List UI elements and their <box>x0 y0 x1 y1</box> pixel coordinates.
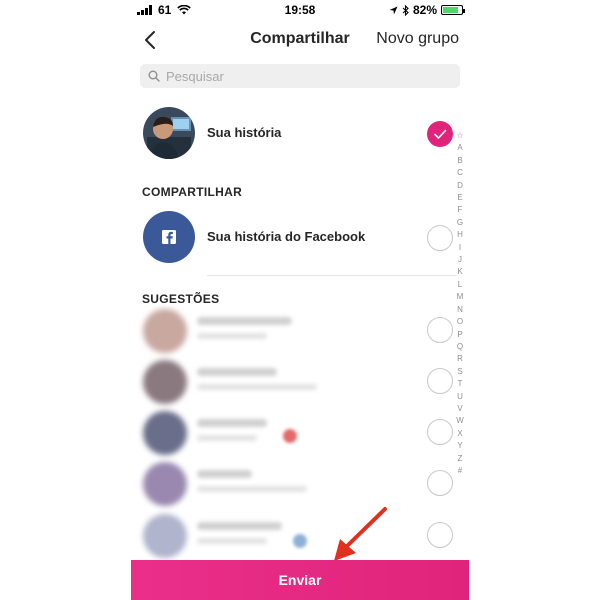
avatar <box>143 514 187 558</box>
suggestion-checkbox[interactable] <box>427 317 453 343</box>
status-bar: 61 19:58 82% <box>131 0 469 20</box>
avatar <box>143 309 187 353</box>
avatar <box>143 411 187 455</box>
avatar <box>143 462 187 506</box>
blurred-subtitle <box>197 333 267 339</box>
alphabet-index-letter[interactable]: S <box>457 366 462 378</box>
alphabet-index-letter[interactable]: F <box>458 204 463 216</box>
alphabet-index-letter[interactable]: ☆ <box>456 130 463 142</box>
share-screen: 61 19:58 82% Compartilhar Novo grupo Pes… <box>131 0 469 600</box>
alphabet-index-letter[interactable]: N <box>457 304 463 316</box>
suggestion-checkbox[interactable] <box>427 470 453 496</box>
facebook-story-label: Sua história do Facebook <box>207 229 366 244</box>
send-button[interactable]: Enviar <box>131 560 469 600</box>
alphabet-index-letter[interactable]: M <box>457 291 464 303</box>
bluetooth-icon <box>402 4 409 16</box>
alphabet-index-letter[interactable]: G <box>457 217 463 229</box>
alphabet-index-letter[interactable]: J <box>458 254 462 266</box>
alphabet-index-letter[interactable]: B <box>457 155 462 167</box>
blurred-badge <box>293 534 307 548</box>
divider <box>207 275 457 276</box>
alphabet-index-letter[interactable]: O <box>457 316 463 328</box>
blurred-subtitle <box>197 435 257 441</box>
alphabet-index-letter[interactable]: C <box>457 167 463 179</box>
alphabet-index-letter[interactable]: P <box>457 329 462 341</box>
blurred-name <box>197 419 267 427</box>
blurred-name <box>197 368 277 376</box>
alphabet-index-letter[interactable]: R <box>457 353 463 365</box>
battery-percent: 82% <box>412 3 437 17</box>
alphabet-index-letter[interactable]: X <box>457 428 462 440</box>
facebook-avatar <box>143 211 195 263</box>
alphabet-index-letter[interactable]: W <box>456 415 464 427</box>
avatar <box>143 107 195 159</box>
facebook-story-checkbox[interactable] <box>427 225 453 251</box>
blurred-subtitle <box>197 538 267 544</box>
checkmark-icon <box>434 129 447 139</box>
suggestion-row[interactable] <box>141 307 459 353</box>
facebook-icon <box>162 230 176 244</box>
alphabet-index-letter[interactable]: U <box>457 391 463 403</box>
blurred-subtitle <box>197 384 317 390</box>
blurred-name <box>197 317 292 325</box>
alphabet-index-letter[interactable]: Z <box>458 453 463 465</box>
your-story-checkbox[interactable] <box>427 121 453 147</box>
nav-bar: Compartilhar Novo grupo <box>131 22 469 56</box>
location-arrow-icon <box>389 5 398 15</box>
suggestions-section-title: SUGESTÕES <box>142 292 220 306</box>
facebook-story-row[interactable]: Sua história do Facebook <box>141 211 459 263</box>
alphabet-index-letter[interactable]: Q <box>457 341 463 353</box>
status-right: 82% <box>389 3 465 17</box>
alphabet-index-letter[interactable]: T <box>458 378 463 390</box>
search-bar[interactable] <box>140 64 460 88</box>
suggestion-row[interactable] <box>141 409 459 455</box>
blurred-subtitle <box>197 486 307 492</box>
suggestion-row[interactable] <box>141 460 459 506</box>
blurred-name <box>197 470 252 478</box>
suggestion-checkbox[interactable] <box>427 522 453 548</box>
suggestion-checkbox[interactable] <box>427 368 453 394</box>
suggestion-row[interactable] <box>141 512 459 558</box>
battery-level <box>443 7 458 13</box>
new-group-button[interactable]: Novo grupo <box>376 30 459 48</box>
alphabet-index-letter[interactable]: L <box>458 279 462 291</box>
alphabet-index-letter[interactable]: D <box>457 180 463 192</box>
alphabet-index-letter[interactable]: H <box>457 229 463 241</box>
your-story-label: Sua história <box>207 125 282 140</box>
alphabet-index-letter[interactable]: I <box>459 242 461 254</box>
alphabet-index-letter[interactable]: K <box>457 266 462 278</box>
search-icon <box>148 70 160 82</box>
alphabet-index-letter[interactable]: A <box>457 142 462 154</box>
alphabet-index-letter[interactable]: Y <box>457 440 462 452</box>
annotation-arrow-icon <box>334 507 387 561</box>
suggestion-row[interactable] <box>141 358 459 404</box>
alphabet-index-letter[interactable]: E <box>457 192 462 204</box>
suggestion-checkbox[interactable] <box>427 419 453 445</box>
alphabet-index[interactable]: ☆ A B C D E F G H I J K L M N O P Q R S T U V W X Y Z # <box>454 130 466 477</box>
battery-icon <box>441 5 465 15</box>
blurred-name <box>197 522 282 530</box>
search-input[interactable] <box>166 68 446 84</box>
alphabet-index-letter[interactable]: # <box>458 465 462 477</box>
alphabet-index-letter[interactable]: V <box>457 403 462 415</box>
avatar <box>143 360 187 404</box>
blurred-badge <box>283 429 297 443</box>
share-section-title: COMPARTILHAR <box>142 185 243 199</box>
your-story-row[interactable]: Sua história <box>141 107 459 159</box>
